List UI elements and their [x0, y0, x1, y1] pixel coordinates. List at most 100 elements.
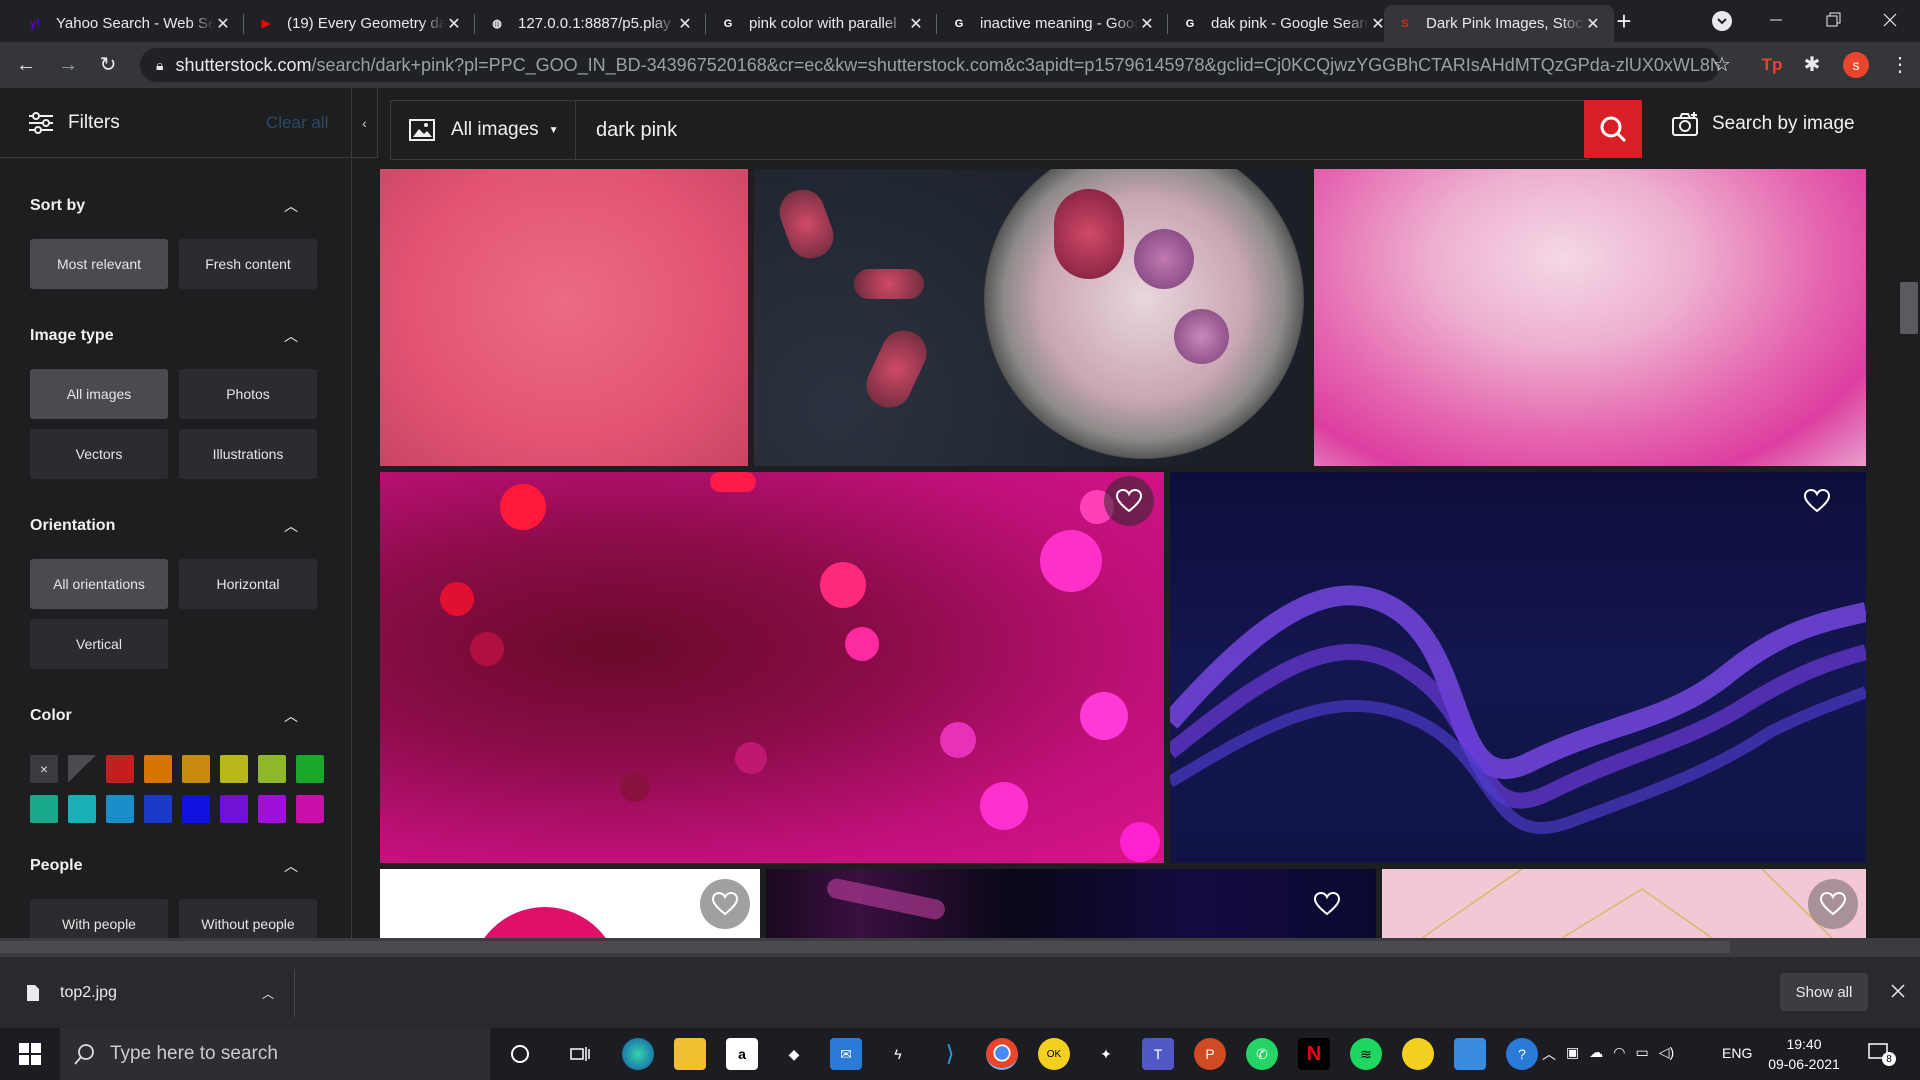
taskbar-search-box[interactable]: Type here to search [60, 1028, 490, 1080]
tab-close-icon[interactable]: ✕ [445, 14, 463, 34]
edge-icon[interactable] [622, 1038, 654, 1070]
orientation-horizontal[interactable]: Horizontal [179, 559, 317, 609]
chevron-up-icon[interactable]: ︿ [284, 516, 298, 536]
browser-tab[interactable]: ◍ 127.0.0.1:8887/p5.play ✕ [476, 5, 706, 42]
color-swatch[interactable] [106, 755, 134, 783]
photos-icon[interactable] [1454, 1038, 1486, 1070]
color-clear-swatch[interactable]: × [30, 755, 58, 783]
minimize-icon[interactable] [1766, 10, 1786, 30]
result-image-watercolor[interactable] [1314, 169, 1866, 466]
result-image-pink-texture[interactable] [380, 169, 748, 466]
browser-tab[interactable]: Ginactive meaning - Google ✕ [938, 5, 1168, 42]
type-all-images[interactable]: All images [30, 369, 168, 419]
chevron-up-icon[interactable]: ︿ [284, 196, 298, 216]
forward-icon[interactable]: → [56, 54, 80, 76]
vscode-icon[interactable]: ⟩ [934, 1038, 966, 1070]
show-all-button[interactable]: Show all [1780, 973, 1868, 1011]
amazon-icon[interactable]: a [726, 1038, 758, 1070]
people-without[interactable]: Without people [179, 899, 317, 938]
result-image-bokeh[interactable] [380, 472, 1164, 863]
spotify-icon[interactable]: ≋ [1350, 1038, 1382, 1070]
reload-icon[interactable]: ↻ [96, 54, 120, 76]
browser-tab[interactable]: Gpink color with parallel ✕ [707, 5, 937, 42]
color-swatch[interactable] [220, 795, 248, 823]
close-shelf-icon[interactable] [1888, 981, 1908, 1001]
app-pacman-icon[interactable] [1402, 1038, 1434, 1070]
clear-all-link[interactable]: Clear all [266, 113, 328, 133]
chevron-up-icon[interactable]: ︿ [284, 326, 298, 346]
tab-close-icon[interactable]: ✕ [1138, 14, 1156, 34]
color-swatch[interactable] [182, 755, 210, 783]
clock[interactable]: 19:40 09-06-2021 [1764, 1034, 1844, 1074]
cortana-icon[interactable] [504, 1038, 536, 1070]
tab-close-icon[interactable]: ✕ [1584, 14, 1602, 34]
netflix-icon[interactable]: N [1298, 1038, 1330, 1070]
file-explorer-icon[interactable] [674, 1038, 706, 1070]
tab-close-icon[interactable]: ✕ [676, 14, 694, 34]
type-vectors[interactable]: Vectors [30, 429, 168, 479]
extensions-puzzle-icon[interactable]: ✱ [1800, 54, 1824, 76]
window-close-icon[interactable] [1880, 10, 1900, 30]
task-view-icon[interactable] [564, 1038, 596, 1070]
sort-most-relevant[interactable]: Most relevant [30, 239, 168, 289]
search-button[interactable] [1584, 100, 1642, 158]
chevron-up-icon[interactable]: ︿ [284, 706, 298, 726]
browser-tab[interactable]: ▶ (19) Every Geometry dash✕ [245, 5, 475, 42]
color-swatch[interactable] [296, 795, 324, 823]
favorite-button[interactable] [1104, 476, 1154, 526]
mail-icon[interactable]: ✉ [830, 1038, 862, 1070]
onedrive-icon[interactable]: ☁ [1589, 1044, 1603, 1064]
color-swatch[interactable] [220, 755, 248, 783]
gitkraken-icon[interactable]: ✦ [1090, 1038, 1122, 1070]
color-swatch[interactable] [30, 795, 58, 823]
color-swatch[interactable] [144, 795, 172, 823]
vertical-scrollbar[interactable] [1898, 88, 1920, 938]
orientation-all[interactable]: All orientations [30, 559, 168, 609]
result-image-dark-abstract[interactable] [766, 869, 1376, 938]
sort-fresh-content[interactable]: Fresh content [179, 239, 317, 289]
wifi-icon[interactable]: ◠ [1613, 1044, 1625, 1064]
app-bolt-icon[interactable]: ϟ [882, 1038, 914, 1070]
color-swatch[interactable] [106, 795, 134, 823]
filters-label[interactable]: Filters [68, 112, 120, 134]
help-icon[interactable]: ? [1506, 1038, 1538, 1070]
favorite-button[interactable] [1792, 476, 1842, 526]
horizontal-scroll-thumb[interactable] [0, 941, 1730, 953]
chevron-up-icon[interactable]: ︿ [284, 856, 298, 876]
collapse-filters-button[interactable]: ‹ [352, 88, 378, 158]
favorite-button[interactable] [700, 879, 750, 929]
image-type-dropdown[interactable]: All images ▼ [391, 101, 576, 159]
horizontal-scrollbar[interactable] [0, 938, 1920, 956]
browser-tab[interactable]: S Dark Pink Images, Stock ✕ [1384, 5, 1614, 42]
result-image-figs-bowl[interactable] [754, 169, 1308, 466]
color-swatch[interactable] [68, 755, 96, 783]
bookmark-star-icon[interactable]: ☆ [1710, 54, 1734, 76]
notification-center-icon[interactable]: 8 [1868, 1042, 1896, 1066]
filters-icon[interactable] [28, 111, 54, 134]
restore-icon[interactable] [1823, 10, 1843, 30]
color-swatch[interactable] [182, 795, 210, 823]
type-illustrations[interactable]: Illustrations [179, 429, 317, 479]
browser-tab[interactable]: Gdak pink - Google Search ✕ [1169, 5, 1399, 42]
tab-close-icon[interactable]: ✕ [214, 14, 232, 34]
app-ok-icon[interactable]: OK [1038, 1038, 1070, 1070]
powerpoint-icon[interactable]: P [1194, 1038, 1226, 1070]
color-swatch[interactable] [68, 795, 96, 823]
result-image-flower[interactable] [380, 869, 760, 938]
color-swatch[interactable] [296, 755, 324, 783]
tray-chevron-icon[interactable]: ︿ [1542, 1044, 1556, 1064]
result-image-wave[interactable] [1170, 472, 1866, 863]
browser-tab[interactable]: y! Yahoo Search - Web Search✕ [14, 5, 244, 42]
teams-icon[interactable]: T [1142, 1038, 1174, 1070]
back-icon[interactable]: ← [14, 54, 38, 76]
type-photos[interactable]: Photos [179, 369, 317, 419]
color-swatch[interactable] [258, 795, 286, 823]
extension-tp-icon[interactable]: Tp [1760, 54, 1784, 76]
chrome-icon[interactable] [986, 1038, 1018, 1070]
windows-start-icon[interactable] [14, 1038, 46, 1070]
new-tab-button[interactable]: + [1610, 8, 1638, 36]
download-item[interactable]: top2.jpg ︿ [20, 969, 295, 1017]
language-indicator[interactable]: ENG [1722, 1045, 1752, 1061]
tab-close-icon[interactable]: ✕ [907, 14, 925, 34]
search-by-image-button[interactable]: Search by image [1672, 112, 1855, 136]
